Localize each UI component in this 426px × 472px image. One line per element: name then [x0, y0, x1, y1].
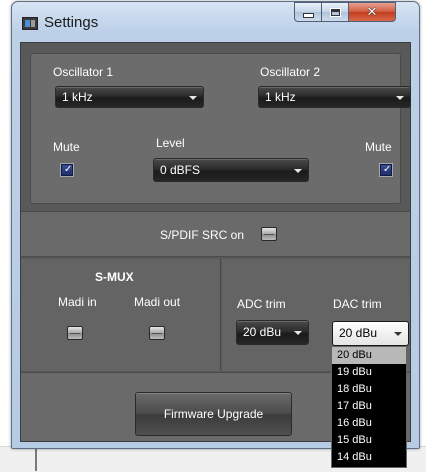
dac-trim-select[interactable]: 20 dBu	[332, 321, 409, 346]
spdif-toggle[interactable]	[261, 227, 277, 241]
oscillator1-value: 1 kHz	[62, 90, 93, 104]
checkmark-icon: ✓	[64, 164, 73, 175]
madi-out-label: Madi out	[134, 295, 181, 309]
mute-right-label: Mute	[365, 140, 392, 154]
dac-trim-option[interactable]: 19 dBu	[332, 364, 406, 381]
mute-left-checkbox[interactable]: ✓	[61, 164, 73, 176]
dac-trim-dropdown-list: 20 dBu 19 dBu 18 dBu 17 dBu 16 dBu 15 dB…	[331, 346, 407, 468]
dac-trim-option[interactable]: 14 dBu	[332, 449, 406, 466]
minimize-icon	[302, 12, 314, 18]
window-controls: ✕	[294, 2, 412, 22]
oscillator-section: Oscillator 1 1 kHz Oscillator 2 1 kHz Mu…	[30, 53, 411, 204]
dac-trim-option[interactable]: 18 dBu	[332, 381, 406, 398]
background-divider	[35, 448, 37, 471]
madi-out-toggle[interactable]	[149, 326, 165, 340]
madi-in-toggle[interactable]	[67, 326, 83, 340]
dac-trim-option[interactable]: 17 dBu	[332, 398, 406, 415]
oscillator2-select[interactable]: 1 kHz	[258, 86, 411, 108]
madi-in-label: Madi in	[58, 295, 97, 309]
level-value: 0 dBFS	[160, 163, 201, 177]
oscillator2-value: 1 kHz	[265, 90, 296, 104]
close-icon: ✕	[366, 4, 378, 20]
maximize-icon	[329, 7, 341, 17]
minimize-button[interactable]	[294, 2, 322, 22]
spdif-label: S/PDIF SRC on	[160, 228, 245, 242]
dac-trim-value: 20 dBu	[339, 326, 378, 340]
level-select[interactable]: 0 dBFS	[153, 158, 309, 182]
oscillator2-label: Oscillator 2	[260, 65, 321, 79]
level-label: Level	[156, 136, 185, 150]
spdif-section: S/PDIF SRC on	[21, 211, 410, 257]
window-title: Settings	[44, 14, 99, 31]
dac-trim-option[interactable]: 20 dBu	[332, 347, 406, 364]
firmware-upgrade-button[interactable]: Firmware Upgrade	[135, 392, 292, 436]
smux-title: S-MUX	[95, 270, 134, 284]
close-button[interactable]: ✕	[349, 2, 396, 22]
dac-trim-label: DAC trim	[333, 297, 382, 311]
chevron-down-icon	[394, 332, 402, 336]
adc-trim-label: ADC trim	[237, 297, 286, 311]
chevron-down-icon	[396, 96, 404, 100]
maximize-button[interactable]	[322, 2, 349, 22]
adc-trim-select[interactable]: 20 dBu	[236, 320, 309, 345]
oscillator1-label: Oscillator 1	[53, 65, 114, 79]
adc-trim-value: 20 dBu	[243, 325, 282, 339]
app-icon	[22, 17, 38, 30]
mute-right-checkbox[interactable]: ✓	[380, 164, 392, 176]
smux-section: S-MUX Madi in Madi out	[21, 259, 221, 371]
title-bar[interactable]: Settings ✕	[12, 2, 419, 42]
chevron-down-icon	[294, 331, 302, 335]
chevron-down-icon	[294, 169, 302, 173]
oscillator1-select[interactable]: 1 kHz	[55, 86, 204, 108]
dac-trim-option[interactable]: 16 dBu	[332, 415, 406, 432]
dac-trim-option[interactable]: 15 dBu	[332, 432, 406, 449]
checkmark-icon: ✓	[383, 164, 392, 175]
mute-left-label: Mute	[53, 140, 80, 154]
chevron-down-icon	[189, 96, 197, 100]
